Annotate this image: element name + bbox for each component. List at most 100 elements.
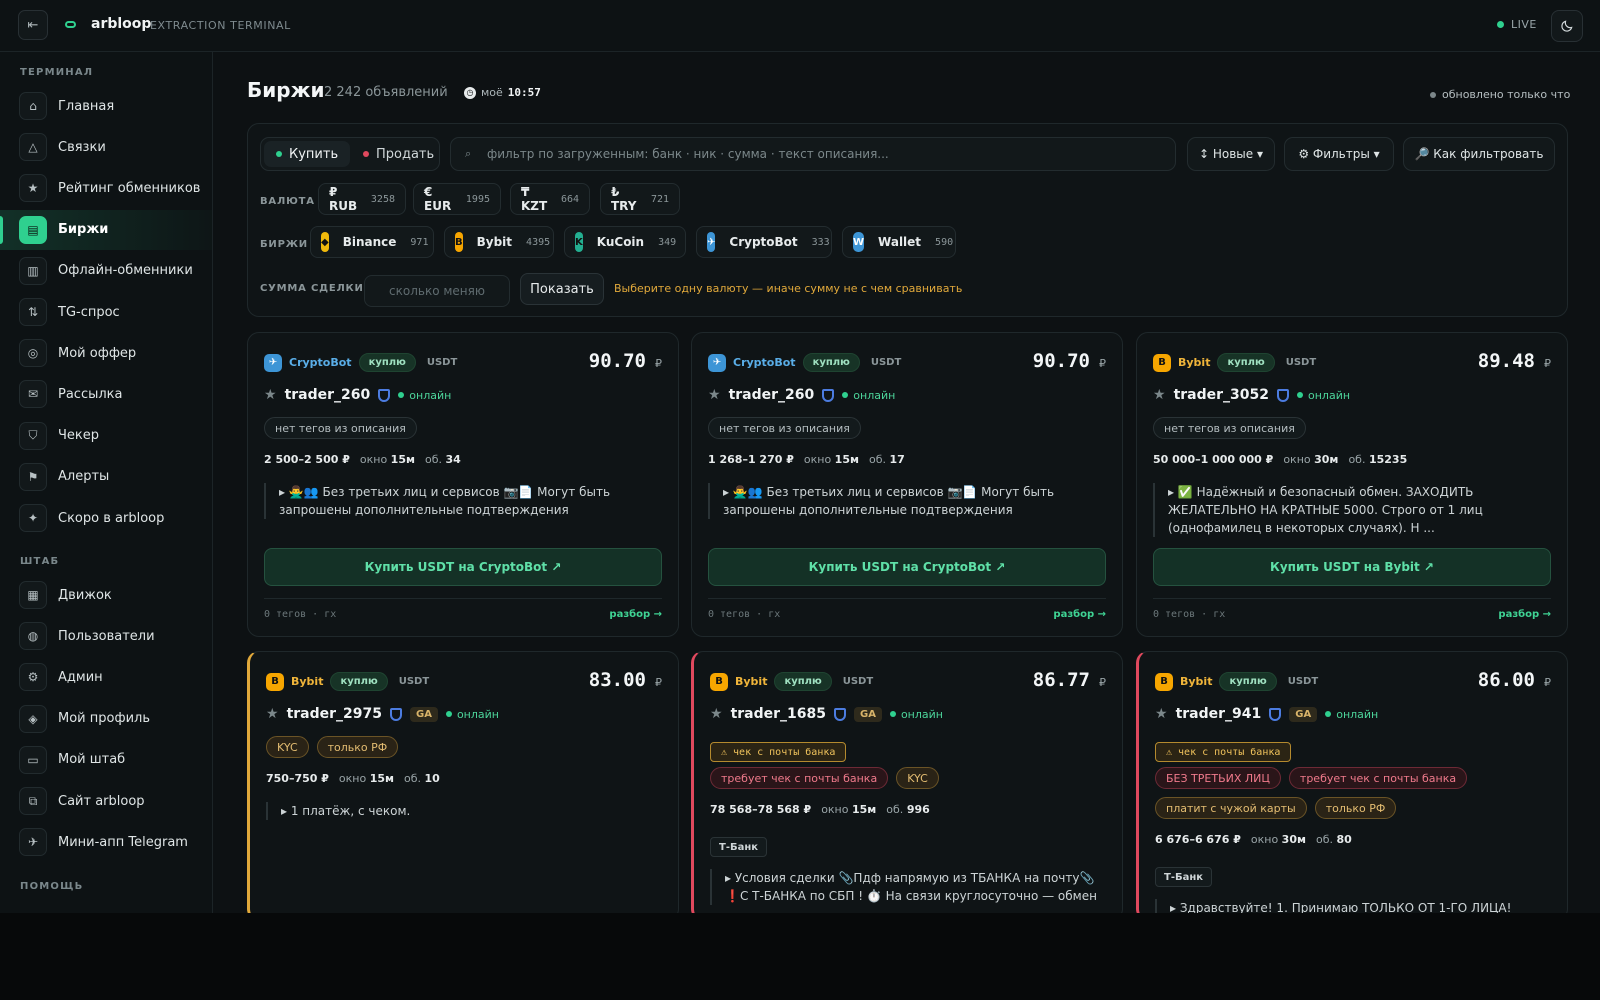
- sidebar-item-terminal_items-8[interactable]: ⛉ Чекер: [0, 416, 212, 456]
- trader-name[interactable]: trader_260: [285, 387, 371, 403]
- sidebar-item-staff_items-5[interactable]: ⧉ Сайт arbloop: [0, 781, 212, 821]
- deal-count: 996: [906, 803, 930, 816]
- currency-chip[interactable]: ₸ KZT 664: [510, 183, 590, 215]
- sidebar: ТЕРМИНАЛ ШТАБ ПОМОЩЬ ⌂ Главная △ Связки ★ Рей…: [0, 52, 213, 913]
- currency-chip[interactable]: ₺ TRY 721: [600, 183, 680, 215]
- offer-description: ▸ 1 платёж, с чеком.: [266, 802, 662, 820]
- sidebar-item-staff_items-0[interactable]: ▦ Движок: [0, 575, 212, 615]
- online-dot-icon: [1325, 711, 1332, 717]
- sidebar-item-staff_items-3[interactable]: ◈ Мой профиль: [0, 699, 212, 739]
- sidebar-item-icon: ◈: [19, 704, 47, 733]
- offer-description: ▸ ✅ Надёжный и безопасный обмен. ЗАХОДИТ…: [1153, 483, 1549, 537]
- offer-card: B Bybit куплю USDT 89.48 ₽ ★ trader_3052 онлайн н…: [1136, 332, 1568, 637]
- tag: платит с чужой карты: [1155, 797, 1307, 819]
- card-price: 90.70 ₽: [1032, 350, 1106, 372]
- sidebar-item-staff_items-6[interactable]: ✈ Мини-апп Telegram: [0, 822, 212, 862]
- brand-name: arbloop: [91, 16, 152, 32]
- tag-list: KYC только РФ: [266, 736, 666, 758]
- show-button[interactable]: Показать: [520, 273, 604, 305]
- sidebar-item-label: Биржи: [58, 222, 109, 238]
- brand-subtitle: EXTRACTION TERMINAL: [150, 19, 291, 32]
- buy-tab[interactable]: Купить: [264, 141, 351, 167]
- currency-chip[interactable]: ₽ RUB 3258: [318, 183, 406, 215]
- analysis-link[interactable]: разбор →: [609, 609, 662, 620]
- offer-card: ✈ CryptoBot куплю USDT 90.70 ₽ ★ trader_260 онла…: [247, 332, 679, 637]
- update-status: обновлено только что: [1430, 88, 1570, 101]
- favorite-star-icon[interactable]: ★: [266, 706, 279, 722]
- sidebar-item-icon: ⛉: [19, 421, 47, 450]
- buy-on-exchange-button[interactable]: Купить USDT на Bybit ↗: [1153, 548, 1551, 586]
- tag: нет тегов из описания: [1153, 417, 1306, 439]
- sidebar-item-terminal_items-7[interactable]: ✉ Рассылка: [0, 374, 212, 414]
- analysis-link[interactable]: разбор →: [1498, 609, 1551, 620]
- online-status: онлайн: [1325, 708, 1378, 721]
- exchange-chip[interactable]: K KuCoin 349: [564, 226, 686, 258]
- exchange-chip[interactable]: ✈ CryptoBot 333: [696, 226, 832, 258]
- theme-toggle-button[interactable]: [1551, 10, 1583, 42]
- sidebar-item-terminal_items-1[interactable]: △ Связки: [0, 127, 212, 167]
- sidebar-item-terminal_items-6[interactable]: ◎ Мой оффер: [0, 333, 212, 373]
- exchange-logo-icon: B: [710, 672, 728, 691]
- moon-icon: [1561, 20, 1573, 32]
- tag-list: нет тегов из описания: [1153, 417, 1553, 439]
- sidebar-item-terminal_items-4[interactable]: ▥ Офлайн-обменники: [0, 251, 212, 291]
- trader-name[interactable]: trader_3052: [1174, 387, 1269, 403]
- offer-card: ✈ CryptoBot куплю USDT 90.70 ₽ ★ trader_260 онла…: [691, 332, 1123, 637]
- exchange-chip[interactable]: ◆ Binance 971: [310, 226, 434, 258]
- time-window: 15м: [851, 803, 877, 816]
- collapse-sidebar-button[interactable]: ⇤: [18, 10, 48, 40]
- sidebar-section-staff: ШТАБ: [20, 556, 60, 567]
- filters-dropdown[interactable]: ⚙ Фильтры ▾: [1284, 137, 1394, 171]
- bank-tag: Т-Банк: [710, 837, 768, 857]
- sidebar-item-terminal_items-0[interactable]: ⌂ Главная: [0, 86, 212, 126]
- side-badge: куплю: [1219, 672, 1277, 691]
- currency-chip[interactable]: € EUR 1995: [413, 183, 501, 215]
- how-to-filter-button[interactable]: 🔎 Как фильтровать: [1403, 137, 1555, 171]
- amount-input[interactable]: [364, 275, 510, 307]
- search-input[interactable]: [487, 139, 1147, 169]
- online-status: онлайн: [842, 389, 895, 402]
- alert-tag: ⚠ чек с почты банка: [710, 742, 847, 762]
- favorite-star-icon[interactable]: ★: [1155, 706, 1168, 722]
- sidebar-item-terminal_items-3[interactable]: ▤ Биржи: [0, 209, 212, 250]
- trader-name[interactable]: trader_1685: [731, 706, 826, 722]
- trader-row: ★ trader_941 GA онлайн: [1155, 706, 1378, 722]
- offer-description: ▸ Условия сделки 📎Пдф напрямую из ТБАНКА…: [710, 869, 1106, 905]
- trader-row: ★ trader_2975 GA онлайн: [266, 706, 499, 722]
- sidebar-item-label: Мой профиль: [58, 711, 150, 727]
- side-badge: куплю: [1217, 353, 1275, 372]
- verified-shield-icon: [1269, 707, 1282, 721]
- amount-range: 1 268–1 270 ₽: [708, 453, 794, 466]
- sidebar-item-terminal_items-10[interactable]: ✦ Скоро в arbloop: [0, 498, 212, 538]
- favorite-star-icon[interactable]: ★: [264, 387, 277, 403]
- sidebar-item-icon: ▤: [19, 215, 47, 244]
- trader-name[interactable]: trader_260: [729, 387, 815, 403]
- asset-label: USDT: [1285, 357, 1317, 368]
- sort-dropdown[interactable]: ↕ Новые ▾: [1187, 137, 1275, 171]
- verified-shield-icon: [1277, 388, 1289, 402]
- exchange-chip[interactable]: W Wallet 590: [842, 226, 956, 258]
- online-status: онлайн: [445, 708, 499, 721]
- sidebar-item-staff_items-4[interactable]: ▭ Мой штаб: [0, 740, 212, 780]
- exchange-logo-icon: B: [1153, 353, 1171, 372]
- sidebar-item-staff_items-1[interactable]: ◍ Пользователи: [0, 616, 212, 656]
- sidebar-item-icon: ✦: [19, 504, 47, 532]
- buy-on-exchange-button[interactable]: Купить USDT на CryptoBot ↗: [264, 548, 662, 586]
- buy-on-exchange-button[interactable]: Купить USDT на CryptoBot ↗: [708, 548, 1106, 586]
- favorite-star-icon[interactable]: ★: [1153, 387, 1166, 403]
- sidebar-item-terminal_items-2[interactable]: ★ Рейтинг обменников: [0, 168, 212, 208]
- analysis-link[interactable]: разбор →: [1053, 609, 1106, 620]
- trader-name[interactable]: trader_2975: [287, 706, 382, 722]
- sidebar-item-label: Рейтинг обменников: [58, 180, 201, 196]
- sidebar-item-staff_items-2[interactable]: ⚙ Админ: [0, 657, 212, 697]
- sidebar-item-label: Рассылка: [58, 386, 123, 402]
- sidebar-item-terminal_items-9[interactable]: ⚑ Алерты: [0, 457, 212, 497]
- sell-tab[interactable]: Продать: [351, 141, 446, 167]
- sidebar-item-terminal_items-5[interactable]: ⇅ TG-спрос: [0, 292, 212, 332]
- exchange-chip[interactable]: B Bybit 4395: [444, 226, 554, 258]
- online-dot-icon: [1297, 392, 1303, 398]
- favorite-star-icon[interactable]: ★: [710, 706, 723, 722]
- sidebar-item-icon: ⚙: [19, 663, 47, 692]
- favorite-star-icon[interactable]: ★: [708, 387, 721, 403]
- trader-name[interactable]: trader_941: [1176, 706, 1262, 722]
